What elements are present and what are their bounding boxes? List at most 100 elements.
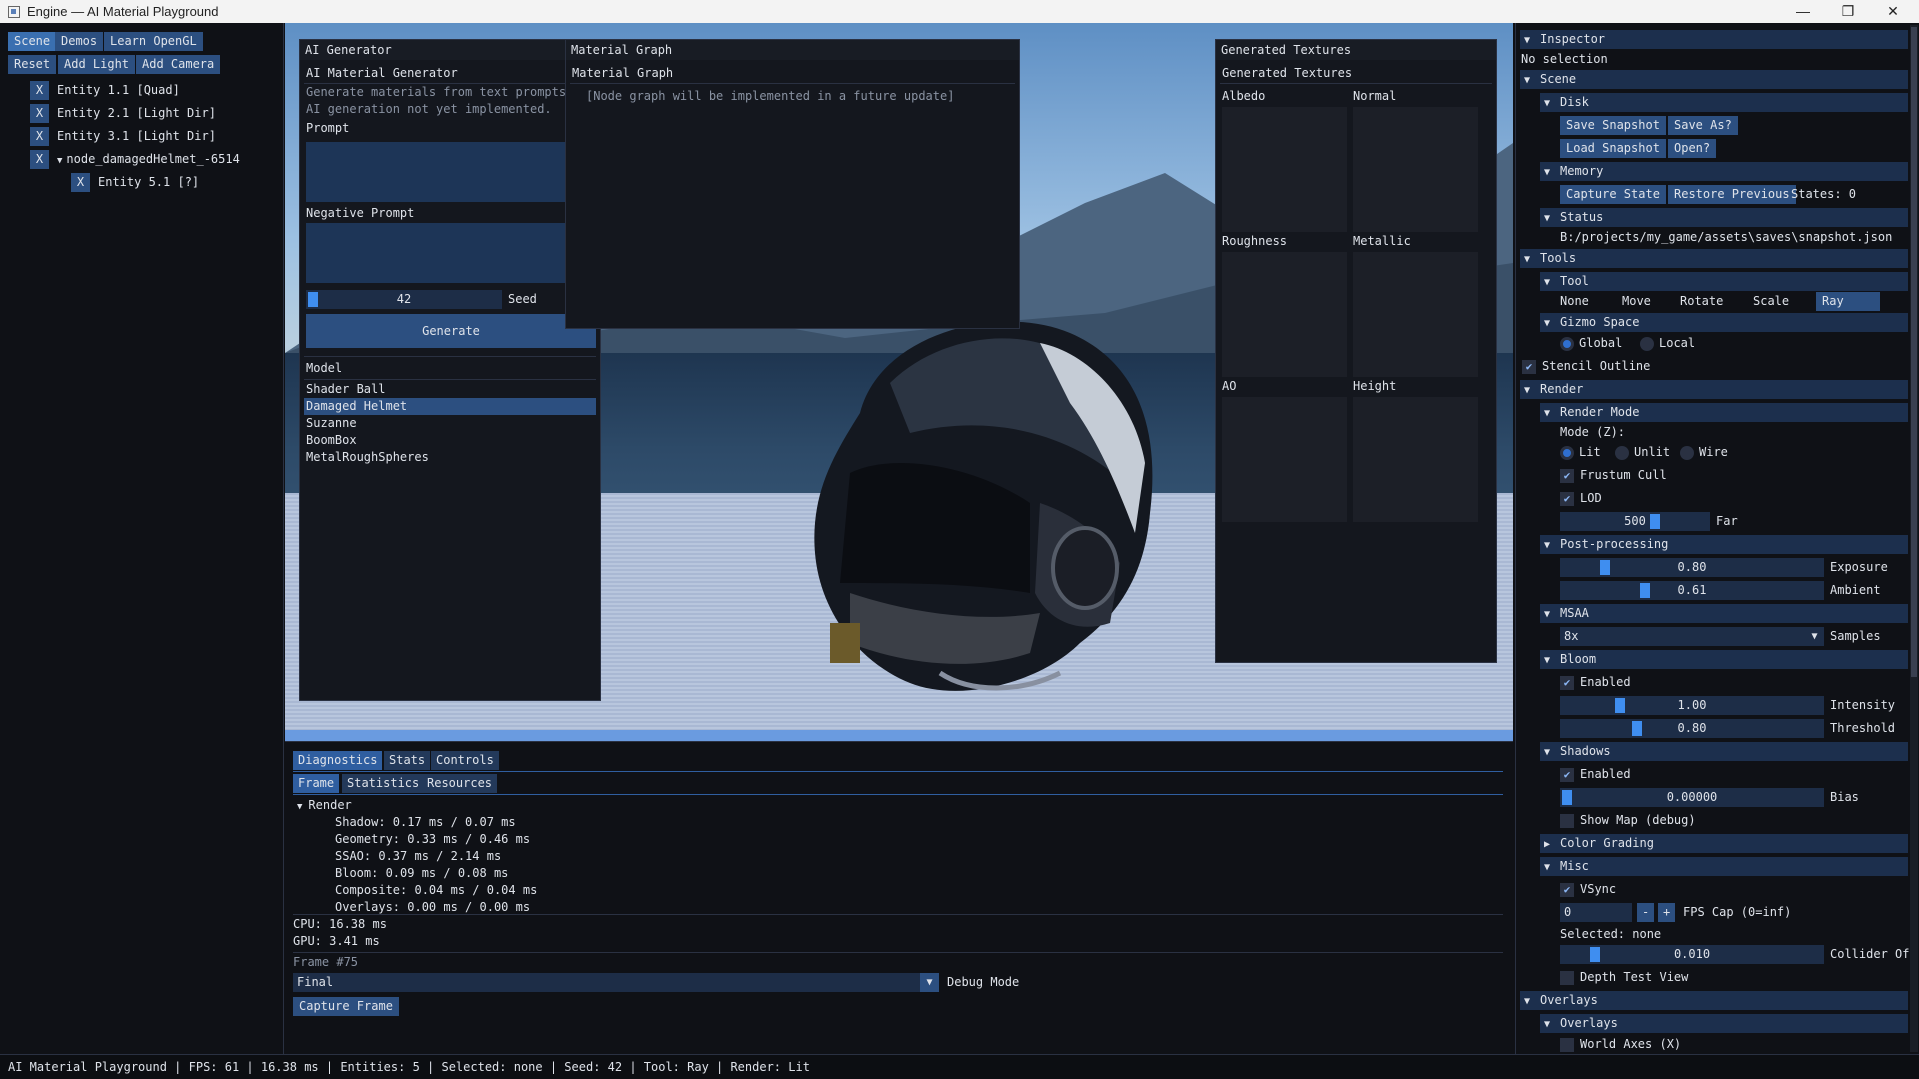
- tab-stats[interactable]: Stats: [384, 751, 431, 770]
- checkmark-icon[interactable]: ✔: [1560, 491, 1574, 506]
- shadows-section[interactable]: ▼ Shadows: [1540, 742, 1908, 761]
- model-list-item[interactable]: MetalRoughSpheres: [304, 449, 596, 466]
- scene-section[interactable]: ▼ Scene: [1520, 70, 1908, 89]
- hierarchy-item[interactable]: X Entity 5.1 [?]: [71, 172, 199, 192]
- radio-unselected[interactable]: [1615, 445, 1629, 460]
- load-snapshot-button[interactable]: Load Snapshot: [1560, 139, 1666, 158]
- tab-diagnostics[interactable]: Diagnostics: [293, 751, 383, 770]
- render-section[interactable]: ▼ Render: [1520, 380, 1908, 399]
- misc-section[interactable]: ▼ Misc: [1540, 857, 1908, 876]
- tool-section[interactable]: ▼ Tool: [1540, 272, 1908, 291]
- far-slider[interactable]: 500: [1560, 512, 1710, 531]
- reset-button[interactable]: Reset: [8, 55, 57, 74]
- add-camera-button[interactable]: Add Camera: [136, 55, 221, 74]
- frustum-cull-checkbox[interactable]: ✔ Frustum Cull: [1560, 466, 1667, 485]
- checkmark-icon[interactable]: ✔: [1560, 882, 1574, 897]
- slider-grab[interactable]: [1615, 698, 1625, 713]
- gizmo-space-section[interactable]: ▼ Gizmo Space: [1540, 313, 1908, 332]
- status-section[interactable]: ▼ Status: [1540, 208, 1908, 227]
- checkmark-icon[interactable]: ✔: [1560, 468, 1574, 483]
- bloom-enabled-checkbox[interactable]: ✔ Enabled: [1560, 673, 1631, 692]
- delete-entity-button[interactable]: X: [30, 150, 49, 169]
- seed-slider[interactable]: 42: [306, 290, 502, 309]
- tab-controls[interactable]: Controls: [431, 751, 499, 770]
- memory-section[interactable]: ▼ Memory: [1540, 162, 1908, 181]
- slider-grab[interactable]: [1632, 721, 1642, 736]
- show-map-checkbox[interactable]: Show Map (debug): [1560, 811, 1696, 830]
- render-mode-section[interactable]: ▼ Render Mode: [1540, 403, 1908, 422]
- model-list-item[interactable]: Damaged Helmet: [304, 398, 596, 415]
- minimize-button[interactable]: —: [1781, 0, 1825, 23]
- bias-slider[interactable]: 0.00000: [1560, 788, 1824, 807]
- save-snapshot-button[interactable]: Save Snapshot: [1560, 116, 1666, 135]
- radio-selected[interactable]: [1560, 336, 1574, 351]
- fps-increment-button[interactable]: +: [1658, 903, 1676, 922]
- tab-demos[interactable]: Demos: [55, 32, 104, 51]
- inspector-header[interactable]: ▼ Inspector: [1520, 30, 1908, 49]
- depth-test-checkbox[interactable]: Depth Test View: [1560, 968, 1688, 987]
- close-button[interactable]: ✕: [1871, 0, 1915, 23]
- ao-texture-slot[interactable]: [1222, 397, 1347, 522]
- checkmark-icon[interactable]: ✔: [1560, 675, 1574, 690]
- chevron-down-icon[interactable]: ▼: [1805, 627, 1824, 646]
- tool-option-ray[interactable]: Ray: [1816, 292, 1880, 311]
- radio-selected[interactable]: [1560, 445, 1574, 460]
- exposure-slider[interactable]: 0.80: [1560, 558, 1824, 577]
- material-graph-title[interactable]: Material Graph: [566, 40, 1019, 60]
- delete-entity-button[interactable]: X: [71, 173, 90, 192]
- tool-option-rotate[interactable]: Rotate: [1680, 292, 1723, 311]
- 3d-viewport[interactable]: AI Generator AI Material Generator Gener…: [285, 23, 1513, 741]
- debug-mode-select[interactable]: Final ▼: [293, 973, 939, 992]
- intensity-slider[interactable]: 1.00: [1560, 696, 1824, 715]
- tools-section[interactable]: ▼ Tools: [1520, 249, 1908, 268]
- checkbox-empty[interactable]: [1560, 1037, 1574, 1052]
- restore-previous-button[interactable]: Restore Previous: [1668, 185, 1796, 204]
- mode-wire-radio[interactable]: Wire: [1680, 443, 1728, 462]
- gizmo-global-radio[interactable]: Global: [1560, 334, 1622, 353]
- fps-cap-input[interactable]: 0: [1560, 903, 1632, 922]
- hierarchy-item[interactable]: X Entity 1.1 [Quad]: [30, 80, 180, 100]
- subtab-frame[interactable]: Frame: [293, 774, 340, 793]
- prompt-input[interactable]: [306, 142, 596, 202]
- fps-decrement-button[interactable]: -: [1637, 903, 1655, 922]
- model-list-item[interactable]: Suzanne: [304, 415, 596, 432]
- hierarchy-item[interactable]: X Entity 3.1 [Light Dir]: [30, 126, 216, 146]
- overlays-section[interactable]: ▼ Overlays: [1520, 991, 1908, 1010]
- scrollbar-thumb[interactable]: [1911, 27, 1917, 677]
- delete-entity-button[interactable]: X: [30, 104, 49, 123]
- albedo-texture-slot[interactable]: [1222, 107, 1347, 232]
- damaged-helmet-model[interactable]: [740, 293, 1190, 713]
- checkbox-empty[interactable]: [1560, 813, 1574, 828]
- maximize-button[interactable]: ❐: [1826, 0, 1870, 23]
- model-list-item[interactable]: Shader Ball: [304, 381, 596, 398]
- stencil-outline-checkbox[interactable]: ✔ Stencil Outline: [1522, 357, 1650, 376]
- delete-entity-button[interactable]: X: [30, 127, 49, 146]
- delete-entity-button[interactable]: X: [30, 81, 49, 100]
- add-light-button[interactable]: Add Light: [58, 55, 136, 74]
- color-grading-section[interactable]: ▶ Color Grading: [1540, 834, 1908, 853]
- tool-option-none[interactable]: None: [1560, 292, 1589, 311]
- roughness-texture-slot[interactable]: [1222, 252, 1347, 377]
- ambient-slider[interactable]: 0.61: [1560, 581, 1824, 600]
- checkmark-icon[interactable]: ✔: [1560, 767, 1574, 782]
- slider-grab[interactable]: [308, 292, 318, 307]
- height-texture-slot[interactable]: [1353, 397, 1478, 522]
- mode-lit-radio[interactable]: Lit: [1560, 443, 1601, 462]
- vsync-checkbox[interactable]: ✔ VSync: [1560, 880, 1616, 899]
- collider-offset-slider[interactable]: 0.010: [1560, 945, 1824, 964]
- metallic-texture-slot[interactable]: [1353, 252, 1478, 377]
- msaa-section[interactable]: ▼ MSAA: [1540, 604, 1908, 623]
- normal-texture-slot[interactable]: [1353, 107, 1478, 232]
- open-button[interactable]: Open?: [1668, 139, 1717, 158]
- tab-scene[interactable]: Scene: [8, 32, 57, 51]
- model-list-item[interactable]: BoomBox: [304, 432, 596, 449]
- tool-option-move[interactable]: Move: [1622, 292, 1651, 311]
- subtab-resources[interactable]: Resources: [422, 774, 498, 793]
- hierarchy-item[interactable]: X ▼ node_damagedHelmet_-6514: [30, 149, 240, 169]
- overlays-subsection[interactable]: ▼ Overlays: [1540, 1014, 1908, 1033]
- disk-section[interactable]: ▼ Disk: [1540, 93, 1908, 112]
- hierarchy-item[interactable]: X Entity 2.1 [Light Dir]: [30, 103, 216, 123]
- subtab-statistics[interactable]: Statistics: [342, 774, 425, 793]
- checkbox-empty[interactable]: [1560, 970, 1574, 985]
- post-processing-section[interactable]: ▼ Post-processing: [1540, 535, 1908, 554]
